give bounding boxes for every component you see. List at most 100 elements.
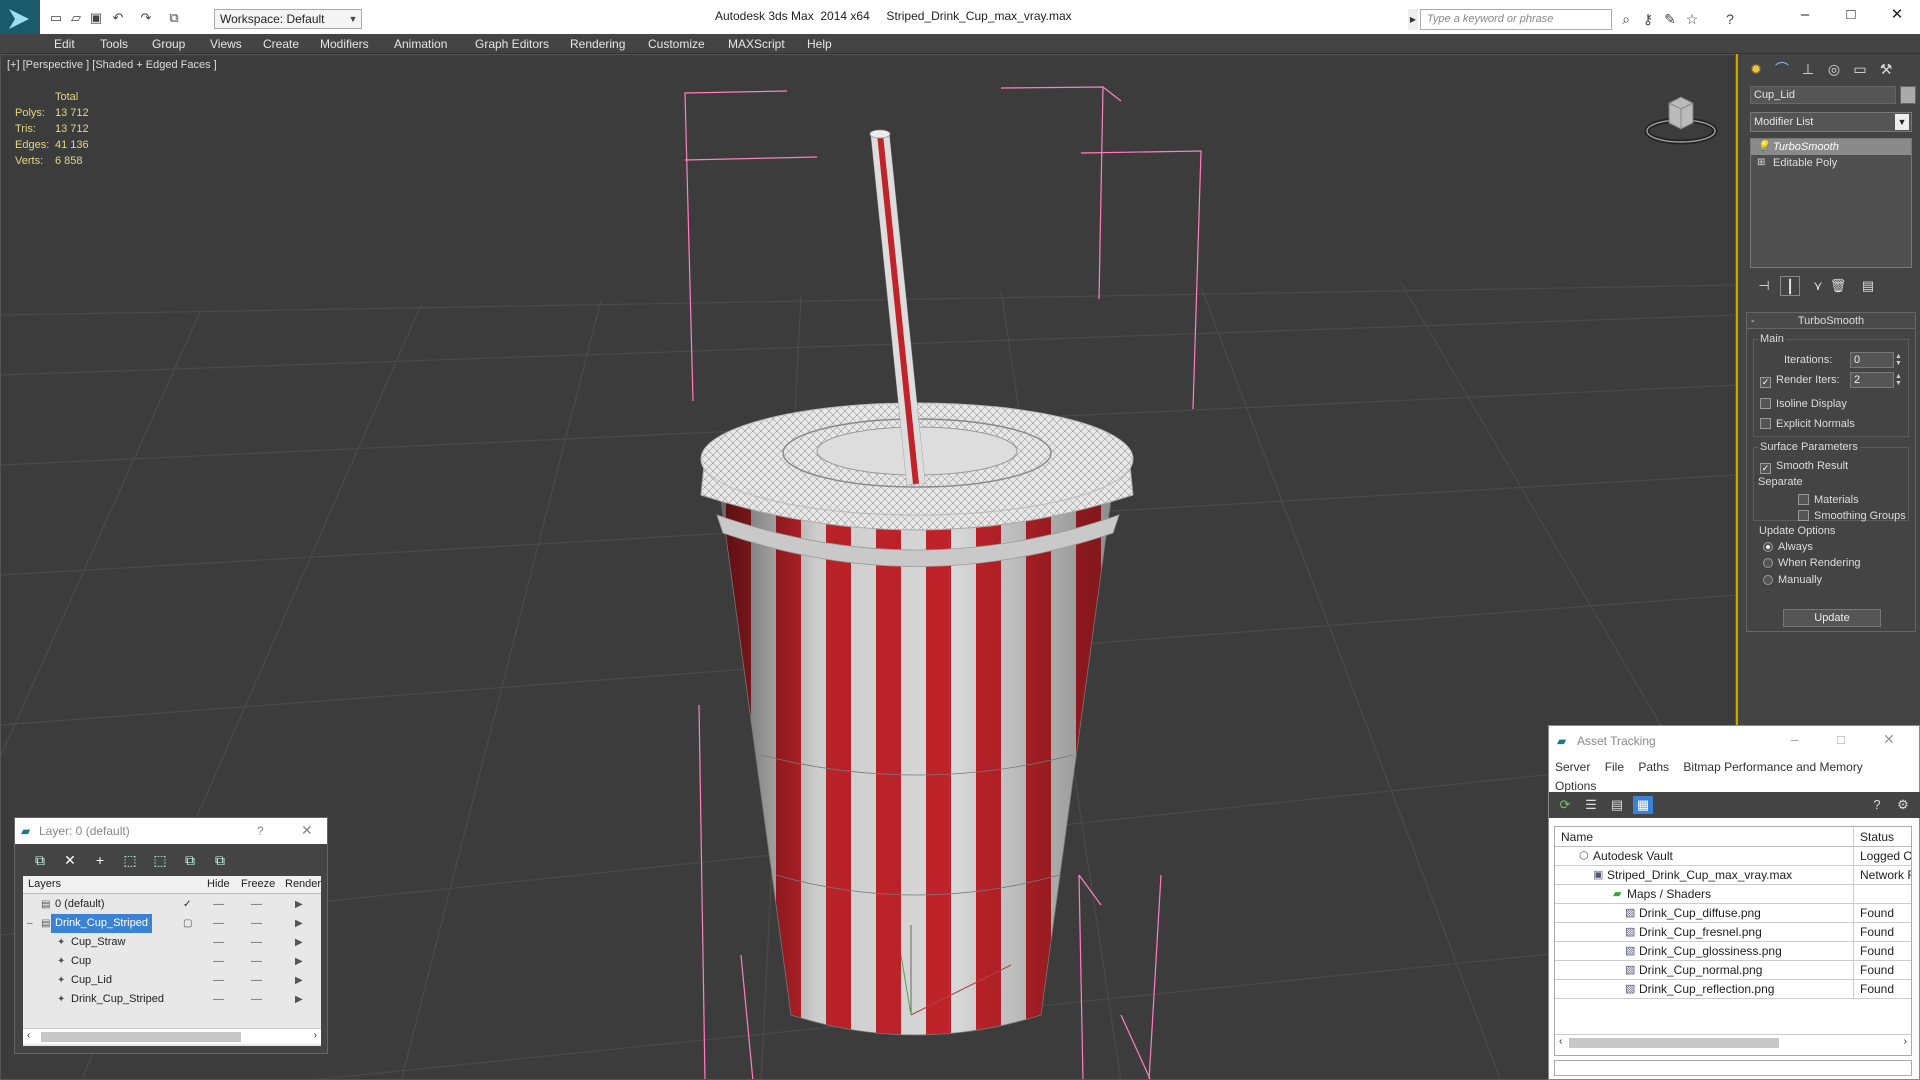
column-name[interactable]: Name [1561,827,1593,847]
always-radio[interactable]: Always [1763,541,1813,553]
modifier-list-dropdown[interactable]: Modifier List ▼ [1750,112,1912,132]
freeze-all-icon[interactable]: ⧉ [209,849,231,871]
detail-view-icon[interactable]: ▤ [1607,796,1627,814]
asset-row[interactable]: ▧ Drink_Cup_fresnel.png Found [1555,923,1911,942]
hide-all-icon[interactable]: ⧉ [179,849,201,871]
modifier-stack[interactable]: 💡 TurboSmooth ⊞ Editable Poly [1750,138,1912,268]
minimize-button[interactable]: – [1791,732,1798,747]
save-icon[interactable]: ▣ [88,10,104,26]
asset-row[interactable]: ▧ Drink_Cup_normal.png Found [1555,961,1911,980]
list-view-icon[interactable]: ☰ [1581,796,1601,814]
new-file-icon[interactable]: ▭ [48,10,64,26]
object-color-swatch[interactable] [1900,86,1916,104]
stack-item-turbosmooth[interactable]: 💡 TurboSmooth [1751,139,1911,155]
communication-icon[interactable]: ✎ [1662,11,1678,27]
hide-toggle-icon[interactable]: –– [213,933,224,952]
freeze-toggle-icon[interactable]: –– [251,971,262,990]
asset-row[interactable]: ▧ Drink_Cup_reflection.png Found [1555,980,1911,999]
menu-tools[interactable]: Tools [100,34,128,54]
freeze-toggle-icon[interactable]: –– [251,952,262,971]
help-icon[interactable]: ? [1722,11,1738,27]
when-rendering-radio[interactable]: When Rendering [1763,557,1861,569]
isoline-display-checkbox[interactable]: Isoline Display [1760,398,1847,410]
render-toggle-icon[interactable]: ▶ [295,914,303,933]
plus-icon[interactable]: ⊞ [1757,155,1765,171]
hide-toggle-icon[interactable]: –– [213,952,224,971]
select-in-layer-icon[interactable]: ⬚ [119,849,141,871]
layer-row[interactable]: ✦ Cup –– –– ▶ [23,952,321,971]
menu-paths[interactable]: Paths [1638,760,1669,774]
asset-row[interactable]: ▰ Maps / Shaders [1555,885,1911,904]
settings-icon[interactable]: ⚙ [1893,796,1913,814]
scrollbar-thumb[interactable] [1569,1038,1779,1048]
explicit-normals-checkbox[interactable]: Explicit Normals [1760,418,1855,430]
layer-titlebar[interactable]: ▰ Layer: 0 (default) ? ✕ [15,818,327,844]
menu-group[interactable]: Group [152,34,185,54]
subscription-icon[interactable]: ⚷ [1640,11,1656,27]
display-tab-icon[interactable]: ▭ [1848,58,1872,80]
close-icon[interactable]: ✕ [301,822,313,839]
menu-maxscript[interactable]: MAXScript [728,34,785,54]
motion-tab-icon[interactable]: ◎ [1822,58,1846,80]
help-icon[interactable]: ? [257,824,264,838]
render-iters-checkbox[interactable]: ✓ Render Iters: [1760,374,1840,388]
undo-icon[interactable]: ↶ [110,10,126,26]
current-layer-icon[interactable]: ▢ [183,914,192,933]
rollout-header[interactable]: - TurboSmooth [1747,313,1915,329]
project-folder-icon[interactable]: ⧉ [166,10,182,26]
viewport-label[interactable]: [+] [Perspective ] [Shaded + Edged Faces… [7,59,217,71]
make-unique-icon[interactable]: ⋎ [1808,276,1828,296]
table-view-icon[interactable]: ▦ [1633,796,1653,814]
scroll-left-icon[interactable]: ‹ [1559,1036,1562,1047]
hide-toggle-icon[interactable]: –– [213,990,224,1009]
remove-modifier-icon[interactable]: 🗑 [1828,276,1848,296]
add-to-layer-icon[interactable]: + [89,849,111,871]
hierarchy-tab-icon[interactable]: ⊥ [1796,58,1820,80]
column-status[interactable]: Status [1853,827,1894,847]
redo-icon[interactable]: ↷ [138,10,154,26]
manually-radio[interactable]: Manually [1763,574,1822,586]
hide-toggle-icon[interactable]: –– [213,971,224,990]
workspace-dropdown[interactable]: Workspace: Default [214,9,362,29]
minimize-button[interactable]: – [1782,0,1828,30]
show-end-result-icon[interactable]: ┃ [1780,276,1800,296]
render-toggle-icon[interactable]: ▶ [295,895,303,914]
create-layer-icon[interactable]: ⧉ [29,849,51,871]
expand-icon[interactable]: – [27,914,33,933]
delete-layer-icon[interactable]: ✕ [59,849,81,871]
stack-item-editable-poly[interactable]: ⊞ Editable Poly [1751,155,1911,171]
update-button[interactable]: Update [1783,609,1881,627]
menu-help[interactable]: Help [807,34,832,54]
menu-create[interactable]: Create [263,34,299,54]
utilities-tab-icon[interactable]: ⚒ [1874,58,1898,80]
iterations-spinner[interactable]: 0 ▲ ▼ [1850,352,1902,368]
lightbulb-icon[interactable]: 💡 [1757,139,1769,155]
layer-row[interactable]: ✦ Cup_Straw –– –– ▶ [23,933,321,952]
favorites-star-icon[interactable]: ☆ [1684,11,1700,27]
menu-customize[interactable]: Customize [648,34,705,54]
layer-row[interactable]: ▤ 0 (default) ✓ –– –– ▶ [23,895,321,914]
freeze-toggle-icon[interactable]: –– [251,914,262,933]
collapse-icon[interactable]: - [1751,313,1755,329]
column-layers[interactable]: Layers [28,878,61,890]
open-file-icon[interactable]: ▱ [68,10,84,26]
materials-checkbox[interactable]: Materials [1798,494,1859,506]
menu-file[interactable]: File [1605,760,1624,774]
hide-toggle-icon[interactable]: –– [213,895,224,914]
column-render[interactable]: Render [285,878,321,890]
horizontal-scrollbar[interactable]: ‹ › [23,1028,321,1044]
freeze-toggle-icon[interactable]: –– [251,895,262,914]
binoculars-icon[interactable]: ⌕ [1618,11,1634,27]
object-name-field[interactable]: Cup_Lid [1750,86,1896,104]
menu-modifiers[interactable]: Modifiers [320,34,369,54]
freeze-toggle-icon[interactable]: –– [251,990,262,1009]
chevron-down-icon[interactable]: ▼ [346,9,360,29]
modify-tab-icon[interactable]: ⌒ [1770,58,1794,80]
create-tab-icon[interactable]: ✹ [1744,58,1768,80]
horizontal-scrollbar[interactable]: ‹ › [1555,1034,1911,1050]
render-iters-spinner[interactable]: 2 ▲ ▼ [1850,372,1902,388]
refresh-icon[interactable]: ⟳ [1555,796,1575,814]
smoothing-groups-checkbox[interactable]: Smoothing Groups [1798,510,1906,522]
close-button[interactable]: ✕ [1874,0,1920,30]
layer-row[interactable]: ✦ Drink_Cup_Striped –– –– ▶ [23,990,321,1009]
